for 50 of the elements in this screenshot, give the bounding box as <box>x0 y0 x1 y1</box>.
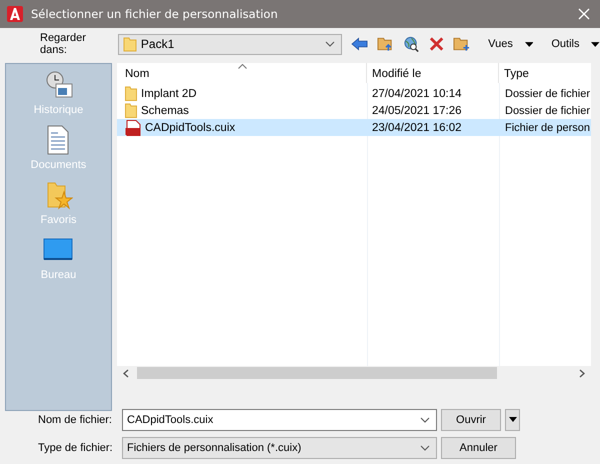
chevron-down-icon <box>420 416 430 422</box>
file-name: CADpidTools.cuix <box>145 122 236 134</box>
globe-search-icon[interactable] <box>402 36 420 52</box>
open-button[interactable]: Ouvrir <box>441 408 501 430</box>
folder-icon <box>125 86 137 101</box>
column-header[interactable]: Modifié le <box>367 63 499 83</box>
look-in-dropdown[interactable]: Pack1 <box>118 34 342 54</box>
type-cell-text: Dossier de fichier <box>504 88 591 100</box>
caret-down-icon <box>508 417 516 422</box>
file-name-field[interactable]: CADpidTools.cuix <box>122 408 437 430</box>
column-header[interactable]: Nom <box>117 63 367 83</box>
scroll-right-icon[interactable] <box>579 368 585 378</box>
document-icon[interactable] <box>46 125 70 155</box>
chevron-down-icon <box>420 444 430 450</box>
file-name: Implant 2D <box>141 88 197 100</box>
toolbar-menu-button[interactable]: Vues <box>476 38 513 50</box>
clock-picture-icon[interactable] <box>44 70 74 100</box>
new-folder-icon[interactable] <box>453 36 470 52</box>
file-type-dropdown[interactable]: Fichiers de personnalisation (*.cuix) <box>122 436 437 458</box>
toolbar-menu-button[interactable]: Outils <box>539 38 580 50</box>
type-cell-text: Fichier de person <box>504 122 591 134</box>
modified-cell-text: 23/04/2021 16:02 <box>371 122 463 134</box>
modified-cell-text: 27/04/2021 10:14 <box>371 88 463 100</box>
caret-down-icon[interactable] <box>591 42 600 46</box>
file-row[interactable]: Implant 2D 27/04/2021 10:14 Dossier de fichier <box>117 85 591 102</box>
modified-cell-text: 24/05/2021 17:26 <box>371 104 463 116</box>
look-in-label: Regarder dans: <box>40 32 87 56</box>
folder-icon <box>122 36 137 52</box>
app-logo-icon <box>7 6 23 22</box>
delete-icon[interactable] <box>428 36 444 52</box>
file-name: Schemas <box>141 104 189 116</box>
open-options-button[interactable] <box>505 408 520 430</box>
back-arrow-icon[interactable] <box>350 36 368 52</box>
file-type-label: Type de fichier: <box>38 442 114 454</box>
file-name-label: Nom de fichier: <box>38 414 113 426</box>
cancel-button[interactable]: Annuler <box>441 436 516 458</box>
folder-icon <box>125 103 137 118</box>
caret-down-icon[interactable] <box>524 42 534 46</box>
scrollbar-thumb[interactable] <box>137 367 497 379</box>
window-title: Sélectionner un fichier de personnalisation <box>31 7 279 21</box>
file-row[interactable]: CADpidTools.cuix 23/04/2021 16:02 Fichier de person <box>117 119 591 136</box>
star-folder-icon[interactable] <box>44 180 72 210</box>
folder-up-icon[interactable] <box>376 36 394 52</box>
file-icon <box>125 120 141 136</box>
scroll-left-icon[interactable] <box>123 368 129 378</box>
type-cell-text: Dossier de fichier <box>504 104 591 116</box>
chevron-down-icon <box>324 41 335 47</box>
close-icon[interactable] <box>578 8 590 20</box>
file-row[interactable]: Schemas 24/05/2021 17:26 Dossier de fichier <box>117 102 591 119</box>
column-header[interactable]: Type <box>499 63 591 83</box>
